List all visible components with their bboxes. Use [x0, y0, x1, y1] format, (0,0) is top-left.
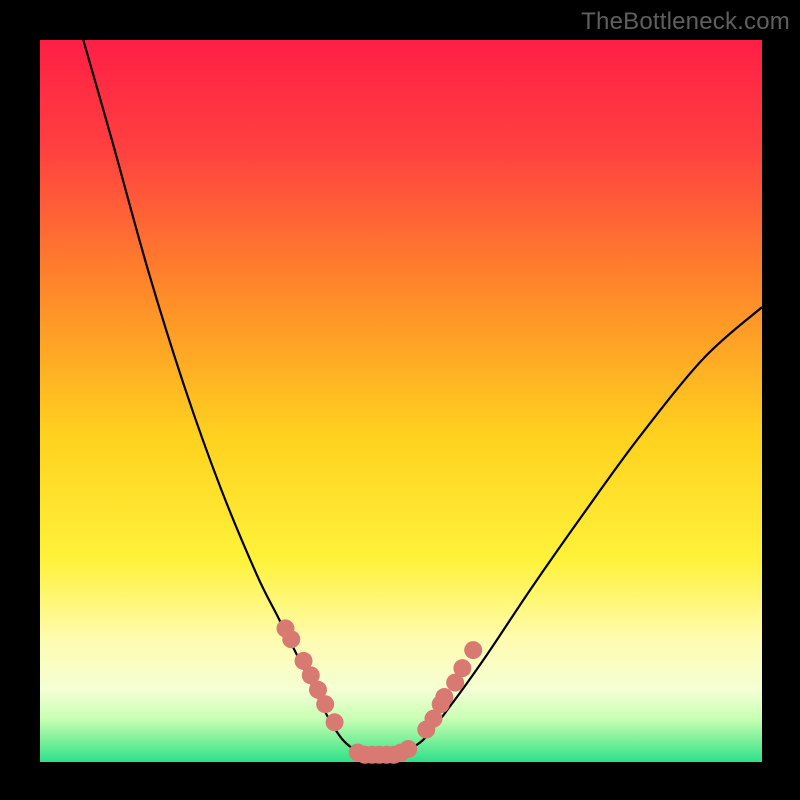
chart-frame: TheBottleneck.com [0, 0, 800, 800]
bottleneck-curve [83, 40, 762, 755]
plot-area [40, 40, 762, 762]
highlighted-points [276, 619, 482, 763]
data-point [435, 688, 453, 706]
data-point [453, 659, 471, 677]
data-point [464, 641, 482, 659]
data-point [316, 695, 334, 713]
watermark-text: TheBottleneck.com [581, 8, 790, 36]
data-point [282, 630, 300, 648]
data-point [399, 740, 417, 758]
curve-layer [40, 40, 762, 762]
data-point [326, 713, 344, 731]
